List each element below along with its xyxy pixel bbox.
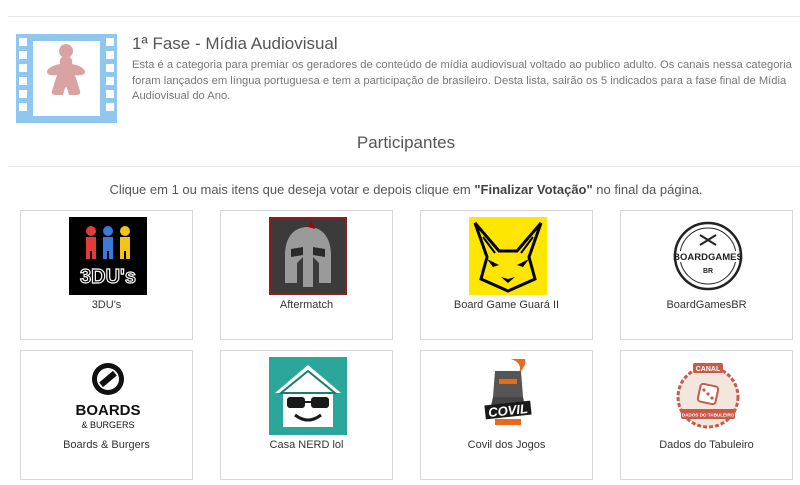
boards-burgers-logo: BOARDS & BURGERS <box>69 357 147 435</box>
instructions-text: Clique em 1 ou mais itens que deseja vot… <box>109 182 475 197</box>
dados-tabuleiro-logo: CANAL DADOS DO TABULEIRO <box>669 357 747 435</box>
boardgamesbr-logo-text: BOARDGAMES <box>673 252 743 263</box>
3dus-logo: 3DU's <box>69 217 147 295</box>
instructions-text-end: no final da página. <box>592 182 703 197</box>
participant-card-covil-dos-jogos[interactable]: COVIL Covil dos Jogos <box>420 350 593 480</box>
participant-name: Covil dos Jogos <box>467 439 546 451</box>
boards-burgers-logo-text: BOARDS <box>75 402 140 419</box>
participant-name: Board Game Guará II <box>453 299 560 311</box>
boardgamesbr-badge-logo: BOARDGAMES BR <box>669 217 747 295</box>
spartan-helmet-logo <box>269 217 347 295</box>
category-header: 1ª Fase - Mídia Audiovisual Esta é a cat… <box>16 30 796 126</box>
participant-card-3dus[interactable]: 3DU's 3DU's <box>20 210 193 340</box>
film-strip-meeple-icon <box>16 34 117 123</box>
3dus-logo-text: 3DU's <box>80 266 136 288</box>
dados-logo-subtext: DADOS DO TABULEIRO <box>682 413 735 418</box>
section-divider <box>8 166 800 167</box>
participant-name: BoardGamesBR <box>666 299 747 311</box>
top-divider <box>8 16 800 17</box>
participant-name: Aftermatch <box>279 299 334 311</box>
category-title: 1ª Fase - Mídia Audiovisual <box>132 34 338 53</box>
section-title: Participantes <box>356 133 456 152</box>
participant-name: Dados do Tabuleiro <box>659 439 754 451</box>
boards-burgers-logo-subtext: & BURGERS <box>81 420 134 430</box>
participant-card-boardgamesbr[interactable]: BOARDGAMES BR BoardGamesBR <box>620 210 793 340</box>
category-description: Esta é a categoria para premiar os gerad… <box>132 59 792 102</box>
voting-instructions: Clique em 1 ou mais itens que deseja vot… <box>0 182 800 197</box>
participant-name: 3DU's <box>91 299 122 311</box>
nerd-house-logo <box>269 357 347 435</box>
participant-card-boards-burgers[interactable]: BOARDS & BURGERS Boards & Burgers <box>20 350 193 480</box>
boardgamesbr-logo-subtext: BR <box>703 268 713 275</box>
participant-card-dados-do-tabuleiro[interactable]: CANAL DADOS DO TABULEIRO Dados do Tabule… <box>620 350 793 480</box>
covil-knight-logo: COVIL <box>469 357 547 435</box>
dados-logo-text: CANAL <box>696 366 721 373</box>
participant-card-casa-nerd[interactable]: Casa NERD lol <box>220 350 393 480</box>
yellow-fox-logo <box>469 217 547 295</box>
participant-card-aftermatch[interactable]: Aftermatch <box>220 210 393 340</box>
participant-card-board-game-guara[interactable]: Board Game Guará II <box>420 210 593 340</box>
instructions-emphasis: "Finalizar Votação" <box>474 182 593 197</box>
participant-name: Boards & Burgers <box>63 439 150 451</box>
participant-name: Casa NERD lol <box>269 439 344 451</box>
